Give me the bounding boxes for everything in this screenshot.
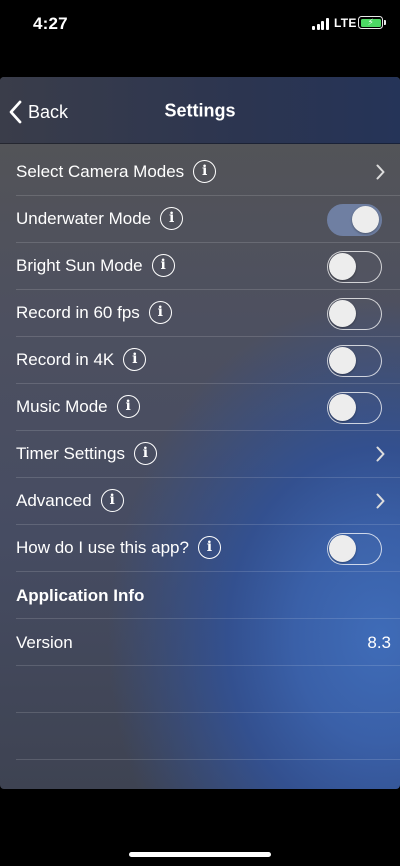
charging-bolt-icon: ⚡ [367,16,374,27]
row-label-text: Record in 4K [16,350,115,370]
row-label: Music Mode i [16,394,140,418]
empty-row [0,713,400,760]
row-label-text: Record in 60 fps [16,303,140,323]
info-icon[interactable]: i [133,441,157,465]
row-label: Timer Settings i [16,441,157,465]
status-time: 4:27 [33,14,68,33]
row-label: Record in 60 fps i [16,300,172,324]
row-label: Select Camera Modes i [16,159,217,183]
home-indicator[interactable] [129,852,271,857]
settings-row-version: Version 8.3 [0,619,400,666]
row-label: Record in 4K i [16,347,147,371]
row-label: Underwater Mode i [16,206,184,230]
info-icon[interactable]: i [197,535,221,559]
settings-panel: Back Settings Select Camera Modes i Underw… [0,77,400,789]
settings-row-how-do-i-use-this-app: How do I use this app? i [0,525,400,572]
toggle-knob [329,347,356,374]
toggle-music-mode[interactable] [327,392,382,424]
toggle-underwater-mode[interactable] [327,204,382,236]
navigation-bar: Back Settings [0,77,400,144]
info-icon[interactable]: i [100,488,124,512]
row-label-text: Underwater Mode [16,209,152,229]
info-icon[interactable]: i [116,394,140,418]
toggle-record-in-4k[interactable] [327,345,382,377]
info-icon[interactable]: i [123,347,147,371]
toggle-knob [329,535,356,562]
status-bar: 4:27 LTE ⚡ [0,0,400,48]
settings-row-record-in-4k: Record in 4K i [0,337,400,384]
battery-icon: ⚡ [358,16,383,29]
row-label-text: How do I use this app? [16,538,189,558]
row-label-text: Advanced [16,491,92,511]
toggle-knob [329,253,356,280]
row-label-text: Timer Settings [16,444,125,464]
battery-cap [384,20,386,25]
toggle-knob [329,394,356,421]
version-value: 8.3 [367,632,391,652]
settings-row-bright-sun-mode: Bright Sun Mode i [0,243,400,290]
network-type: LTE [334,16,357,30]
version-label: Version [16,632,73,652]
settings-row-music-mode: Music Mode i [0,384,400,431]
settings-row-select-camera-modes[interactable]: Select Camera Modes i [0,149,400,196]
section-title: Application Info [16,585,145,605]
settings-row-underwater-mode: Underwater Mode i [0,196,400,243]
row-label: Advanced i [16,488,124,512]
toggle-how-do-i-use-this-app[interactable] [327,533,382,565]
row-label-text: Music Mode [16,397,108,417]
page-title: Settings [164,100,236,121]
chevron-right-icon [376,164,385,180]
chevron-right-icon [376,493,385,509]
empty-row [0,666,400,713]
settings-row-timer-settings[interactable]: Timer Settings i [0,431,400,478]
battery-fill: ⚡ [360,16,381,27]
info-icon[interactable]: i [160,206,184,230]
chevron-right-icon [376,446,385,462]
toggle-knob [352,206,379,233]
toggle-bright-sun-mode[interactable] [327,251,382,283]
info-icon[interactable]: i [148,300,172,324]
row-label-text: Select Camera Modes [16,162,185,182]
row-label: Bright Sun Mode i [16,253,175,277]
toggle-record-in-60-fps[interactable] [327,298,382,330]
cellular-signal-icon [312,18,330,30]
info-icon[interactable]: i [151,253,175,277]
row-label: How do I use this app? i [16,535,221,559]
info-icon[interactable]: i [193,159,217,183]
settings-row-record-in-60-fps: Record in 60 fps i [0,290,400,337]
row-label-text: Bright Sun Mode [16,256,143,276]
toggle-knob [329,300,356,327]
settings-row-advanced[interactable]: Advanced i [0,478,400,525]
section-header-application-info: Application Info [0,572,400,619]
